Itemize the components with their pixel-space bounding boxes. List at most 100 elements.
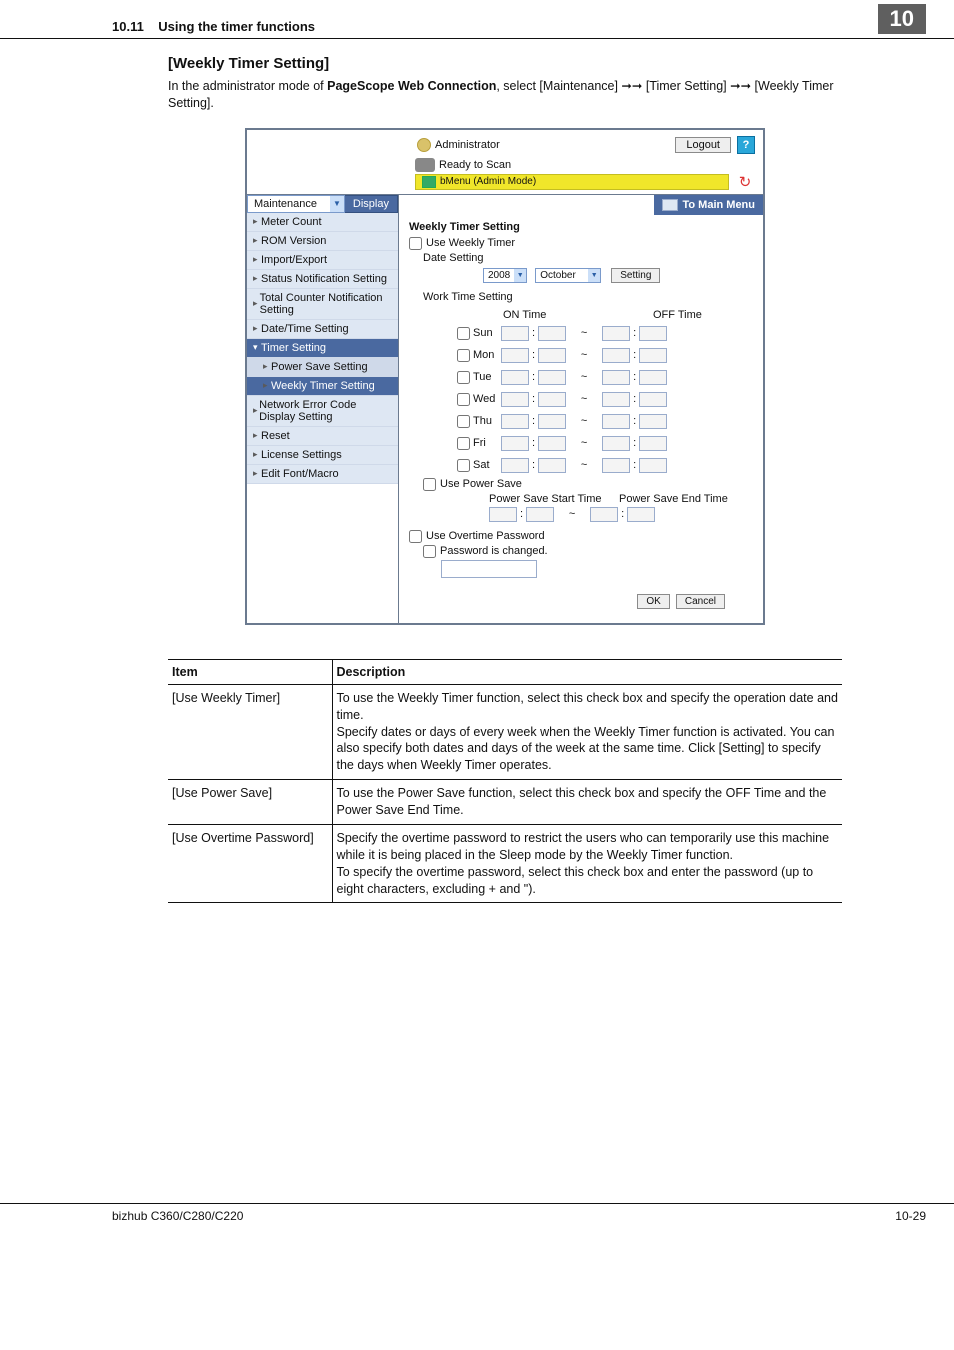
on-hour-input[interactable]: [501, 392, 529, 407]
day-row: Sun:~:: [453, 324, 753, 343]
header-section-number: 10.11: [112, 19, 144, 34]
on-min-input[interactable]: [538, 370, 566, 385]
day-checkbox[interactable]: Fri: [453, 434, 501, 453]
off-hour-input[interactable]: [602, 414, 630, 429]
sidebar-item-status-notification[interactable]: ▸Status Notification Setting: [247, 270, 398, 289]
refresh-icon[interactable]: ↻: [735, 174, 755, 190]
use-weekly-timer-checkbox[interactable]: Use Weekly Timer: [409, 237, 753, 250]
category-select[interactable]: Maintenance ▼: [247, 195, 345, 213]
on-min-input[interactable]: [538, 326, 566, 341]
on-hour-input[interactable]: [501, 414, 529, 429]
on-hour-input[interactable]: [501, 458, 529, 473]
on-min-input[interactable]: [538, 414, 566, 429]
sidebar-item-import-export[interactable]: ▸Import/Export: [247, 251, 398, 270]
sidebar-item-weekly-timer[interactable]: ▸Weekly Timer Setting: [247, 377, 398, 396]
mode-bar: bMenu (Admin Mode): [415, 174, 729, 190]
logout-button[interactable]: Logout: [675, 137, 731, 153]
off-hour-input[interactable]: [602, 326, 630, 341]
cancel-button[interactable]: Cancel: [676, 594, 725, 609]
off-hour-input[interactable]: [602, 436, 630, 451]
work-time-label: Work Time Setting: [423, 291, 753, 303]
panel-title: Weekly Timer Setting: [409, 221, 753, 233]
sidebar-item-network-error[interactable]: ▸Network Error Code Display Setting: [247, 396, 398, 427]
off-min-input[interactable]: [639, 436, 667, 451]
day-checkbox[interactable]: Wed: [453, 390, 501, 409]
sidebar-item-total-counter-notification[interactable]: ▸Total Counter Notification Setting: [247, 289, 398, 320]
chevron-down-icon: ▼: [330, 196, 344, 212]
sidebar-item-timer-setting[interactable]: ▾Timer Setting: [247, 339, 398, 358]
day-row: Tue:~:: [453, 368, 753, 387]
overtime-password-input[interactable]: [441, 560, 537, 578]
to-main-menu-button[interactable]: To Main Menu: [654, 195, 763, 215]
sidebar-item-power-save[interactable]: ▸Power Save Setting: [247, 358, 398, 377]
off-hour-input[interactable]: [602, 458, 630, 473]
off-hour-input[interactable]: [602, 370, 630, 385]
chevron-down-icon: ▼: [588, 269, 600, 282]
sidebar-item-reset[interactable]: ▸Reset: [247, 427, 398, 446]
on-min-input[interactable]: [538, 348, 566, 363]
chevron-down-icon: ▼: [514, 269, 526, 282]
on-min-input[interactable]: [538, 392, 566, 407]
on-hour-input[interactable]: [501, 370, 529, 385]
sidebar-item-rom-version[interactable]: ▸ROM Version: [247, 232, 398, 251]
day-checkbox[interactable]: Thu: [453, 412, 501, 431]
off-min-input[interactable]: [639, 458, 667, 473]
chapter-number-badge: 10: [878, 4, 926, 34]
year-select[interactable]: 2008▼: [483, 268, 527, 283]
ps-start-min-input[interactable]: [526, 507, 554, 522]
use-weekly-timer-label: Use Weekly Timer: [426, 237, 515, 249]
to-main-menu-label: To Main Menu: [682, 199, 755, 211]
day-row: Sat:~:: [453, 456, 753, 475]
on-min-input[interactable]: [538, 458, 566, 473]
ps-end-hour-input[interactable]: [590, 507, 618, 522]
day-row: Fri:~:: [453, 434, 753, 453]
table-row: [Use Power Save]To use the Power Save fu…: [168, 780, 842, 825]
on-min-input[interactable]: [538, 436, 566, 451]
sidebar: Maintenance ▼ Display ▸Meter Count ▸ROM …: [247, 195, 399, 623]
on-hour-input[interactable]: [501, 436, 529, 451]
off-min-input[interactable]: [639, 326, 667, 341]
use-overtime-password-checkbox[interactable]: Use Overtime Password: [409, 530, 753, 543]
display-button[interactable]: Display: [345, 195, 398, 213]
use-power-save-checkbox[interactable]: Use Power Save: [423, 478, 753, 491]
off-min-input[interactable]: [639, 348, 667, 363]
sidebar-item-meter-count[interactable]: ▸Meter Count: [247, 213, 398, 232]
day-checkbox[interactable]: Mon: [453, 346, 501, 365]
off-min-input[interactable]: [639, 414, 667, 429]
ps-end-min-input[interactable]: [627, 507, 655, 522]
off-hour-input[interactable]: [602, 392, 630, 407]
on-time-header: ON Time: [503, 309, 629, 321]
sidebar-item-edit-font[interactable]: ▸Edit Font/Macro: [247, 465, 398, 484]
footer-page-number: 10-29: [895, 1209, 926, 1223]
table-header-description: Description: [332, 659, 842, 684]
description-table: Item Description [Use Weekly Timer]To us…: [168, 659, 842, 904]
app-screenshot: Administrator Logout ? Ready to Scan bMe…: [245, 128, 765, 625]
password-changed-label: Password is changed.: [440, 545, 548, 557]
day-row: Wed:~:: [453, 390, 753, 409]
on-hour-input[interactable]: [501, 326, 529, 341]
month-select[interactable]: October▼: [535, 268, 601, 283]
power-save-start-header: Power Save Start Time: [489, 493, 619, 505]
on-hour-input[interactable]: [501, 348, 529, 363]
day-checkbox[interactable]: Sat: [453, 456, 501, 475]
help-icon[interactable]: ?: [737, 136, 755, 154]
sidebar-item-date-time[interactable]: ▸Date/Time Setting: [247, 320, 398, 339]
off-min-input[interactable]: [639, 392, 667, 407]
off-min-input[interactable]: [639, 370, 667, 385]
off-hour-input[interactable]: [602, 348, 630, 363]
day-checkbox[interactable]: Tue: [453, 368, 501, 387]
day-row: Thu:~:: [453, 412, 753, 431]
table-header-item: Item: [168, 659, 332, 684]
sidebar-item-license[interactable]: ▸License Settings: [247, 446, 398, 465]
intro-product-name: PageScope Web Connection: [327, 79, 496, 93]
day-checkbox[interactable]: Sun: [453, 324, 501, 343]
ps-start-hour-input[interactable]: [489, 507, 517, 522]
ok-button[interactable]: OK: [637, 594, 669, 609]
item-cell: [Use Weekly Timer]: [168, 684, 332, 779]
header-section-title: Using the timer functions: [158, 19, 315, 34]
password-changed-checkbox[interactable]: Password is changed.: [423, 545, 753, 558]
setting-button[interactable]: Setting: [611, 268, 660, 283]
page-header: 10.11 Using the timer functions 10: [0, 0, 954, 39]
header-title: 10.11 Using the timer functions: [112, 19, 878, 34]
use-power-save-label: Use Power Save: [440, 478, 522, 490]
